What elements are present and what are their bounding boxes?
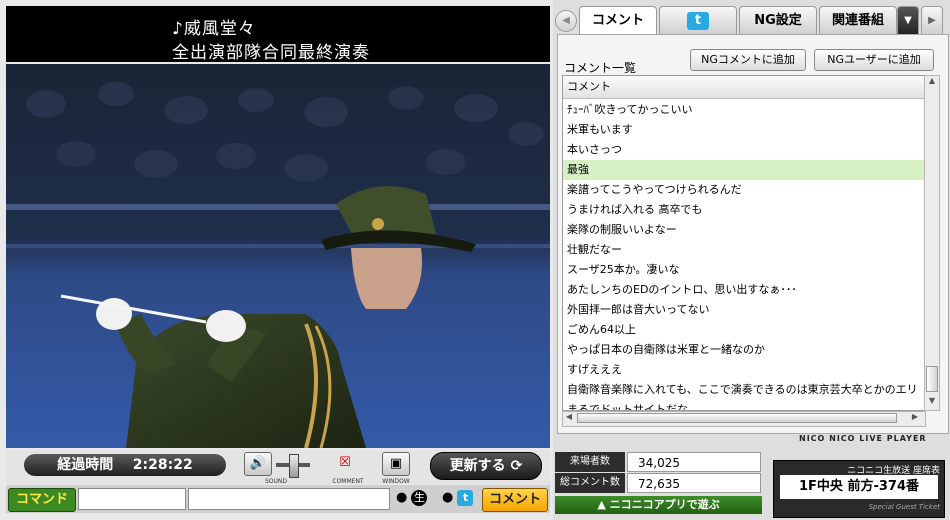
command-input[interactable] bbox=[78, 488, 186, 510]
twitter-toggle[interactable]: ● t bbox=[442, 490, 474, 506]
list-item[interactable]: 本いさっつ bbox=[563, 140, 925, 160]
nico-app-button[interactable]: ▲ ニコニコアプリで遊ぶ bbox=[555, 496, 762, 514]
list-item[interactable]: 壮観だなー bbox=[563, 240, 925, 260]
comment-list-label: コメント一覧 bbox=[564, 61, 637, 75]
list-item[interactable]: 楽隊の制服いいよなー bbox=[563, 220, 925, 240]
window-icon[interactable]: ▣ bbox=[382, 452, 410, 476]
comment-submit-button[interactable]: コメント bbox=[482, 488, 548, 512]
stats-box: 来場者数 34,025 総コメント数 72,635 bbox=[555, 450, 762, 494]
scroll-thumb[interactable] bbox=[926, 366, 938, 392]
live-label: 生 bbox=[411, 490, 428, 506]
column-header-comment[interactable]: コメント bbox=[563, 76, 925, 99]
player-controls: 経過時間 2:28:22 🔊 SOUND ☒ COMMENT ▣ WINDOW … bbox=[6, 450, 550, 485]
tab-scroll-left-icon[interactable]: ◀ bbox=[555, 10, 577, 32]
triangle-icon: ▲ bbox=[597, 498, 610, 511]
tab-comments[interactable]: コメント bbox=[579, 6, 657, 35]
window-toggle[interactable]: ▣ WINDOW bbox=[376, 452, 416, 485]
list-item[interactable]: 外国拝一郎は音大いってない bbox=[563, 300, 925, 320]
list-item[interactable]: やっぱ日本の自衛隊は米軍と一緒なのか bbox=[563, 340, 925, 360]
comment-bar: コマンド ● 生 ● t コメント bbox=[6, 485, 550, 513]
radio-icon: ● bbox=[396, 490, 408, 505]
refresh-icon: ⟳ bbox=[510, 458, 523, 474]
video-image bbox=[6, 64, 550, 448]
list-item[interactable]: ごめん64以上 bbox=[563, 320, 925, 340]
side-panel: ◀ コメント t NG設定 関連番組 ▼ ▶ コメント一覧 NGコメントに追加 … bbox=[553, 0, 950, 520]
elapsed-label: 経過時間 bbox=[57, 457, 114, 473]
visitors-value: 34,025 bbox=[627, 452, 761, 472]
program-title: ♪威風堂々 bbox=[172, 19, 256, 39]
list-item[interactable]: あたしンちのEDのイントロ、思い出すなぁ･･･ bbox=[563, 280, 925, 300]
elapsed-value: 2:28:22 bbox=[132, 457, 193, 473]
refresh-label: 更新する bbox=[449, 458, 506, 474]
column-header-label: コメント bbox=[567, 80, 611, 93]
list-item[interactable]: 楽譜ってこうやってつけられるんだ bbox=[563, 180, 925, 200]
vertical-scrollbar[interactable]: ▲ ▼ bbox=[924, 75, 940, 411]
sound-control: 🔊 SOUND bbox=[244, 452, 310, 485]
scroll-down-icon[interactable]: ▼ bbox=[926, 396, 938, 408]
list-item[interactable]: 自衛隊音楽隊に入れても、ここで演奏できるのは東京芸大卒とかのエリ bbox=[563, 380, 925, 400]
player: ♪威風堂々 全出演部隊合同最終演奏 経過時間 2:28:22 🔊 SOUND ☒… bbox=[0, 0, 553, 520]
tab-menu-icon[interactable]: ▼ bbox=[897, 6, 919, 35]
comment-off-icon[interactable]: ☒ bbox=[332, 452, 358, 474]
elapsed-time-display: 経過時間 2:28:22 bbox=[24, 454, 226, 476]
live-radio[interactable]: ● 生 bbox=[396, 490, 428, 506]
list-item[interactable]: うまければ入れる 高卒でも bbox=[563, 200, 925, 220]
list-item[interactable]: スーザ25本か。凄いな bbox=[563, 260, 925, 280]
tab-ng-settings[interactable]: NG設定 bbox=[739, 6, 817, 35]
total-comments-label: 総コメント数 bbox=[555, 473, 625, 493]
scroll-left-icon[interactable]: ◀ bbox=[563, 412, 575, 424]
total-comments-value: 72,635 bbox=[627, 473, 761, 493]
comment-input[interactable] bbox=[188, 488, 390, 510]
list-item[interactable]: すげえええ bbox=[563, 360, 925, 380]
list-item[interactable]: ﾁｭｰﾊﾞ吹きってかっこいい bbox=[563, 100, 925, 120]
list-item[interactable]: まるでドットサイトだな bbox=[563, 400, 925, 410]
ng-user-button[interactable]: NGユーザーに追加 bbox=[814, 49, 934, 71]
list-item-selected[interactable]: 最強 bbox=[563, 160, 925, 180]
sound-label: SOUND bbox=[264, 478, 288, 485]
radio-icon: ● bbox=[442, 490, 454, 505]
comment-panel: コメント一覧 NGコメントに追加 NGユーザーに追加 コメント ﾁｭｰﾊﾞ吹きっ… bbox=[557, 34, 949, 434]
hscroll-thumb[interactable] bbox=[577, 413, 897, 423]
tab-twitter[interactable]: t bbox=[659, 6, 737, 35]
twitter-icon: t bbox=[687, 12, 709, 30]
ng-comment-button[interactable]: NGコメントに追加 bbox=[690, 49, 806, 71]
comment-label: COMMENT bbox=[332, 478, 364, 485]
nico-app-label: ニコニコアプリで遊ぶ bbox=[609, 498, 720, 511]
tab-bar: ◀ コメント t NG設定 関連番組 ▼ ▶ bbox=[553, 4, 950, 35]
scroll-right-icon[interactable]: ▶ bbox=[909, 412, 921, 424]
visitors-label: 来場者数 bbox=[555, 452, 625, 472]
seat-ticket: ニコニコ生放送 座席表 1F中央 前方-374番 Special Guest T… bbox=[773, 460, 945, 518]
video-frame[interactable] bbox=[6, 64, 550, 448]
command-button[interactable]: コマンド bbox=[8, 488, 76, 512]
program-title-bar: ♪威風堂々 全出演部隊合同最終演奏 bbox=[6, 6, 550, 63]
player-brand: NICO NICO LIVE PLAYER bbox=[799, 434, 927, 443]
program-subtitle: 全出演部隊合同最終演奏 bbox=[172, 43, 370, 63]
horizontal-scrollbar[interactable]: ◀ ▶ bbox=[562, 411, 926, 427]
list-item[interactable]: 米軍もいます bbox=[563, 120, 925, 140]
volume-slider[interactable] bbox=[276, 454, 310, 478]
comment-toggle[interactable]: ☒ COMMENT bbox=[328, 452, 368, 485]
window-label: WINDOW bbox=[382, 478, 410, 485]
refresh-button[interactable]: 更新する ⟳ bbox=[430, 452, 542, 480]
tab-related[interactable]: 関連番組 bbox=[819, 6, 897, 35]
twitter-icon: t bbox=[457, 490, 474, 506]
ticket-footer: Special Guest Ticket bbox=[868, 503, 940, 511]
tab-scroll-right-icon[interactable]: ▶ bbox=[921, 6, 943, 35]
ticket-seat: 1F中央 前方-374番 bbox=[780, 475, 938, 499]
scroll-up-icon[interactable]: ▲ bbox=[926, 76, 938, 88]
speaker-icon[interactable]: 🔊 bbox=[244, 452, 272, 476]
comment-list[interactable]: コメント ﾁｭｰﾊﾞ吹きってかっこいい 米軍もいます 本いさっつ 最強 楽譜って… bbox=[562, 75, 926, 411]
